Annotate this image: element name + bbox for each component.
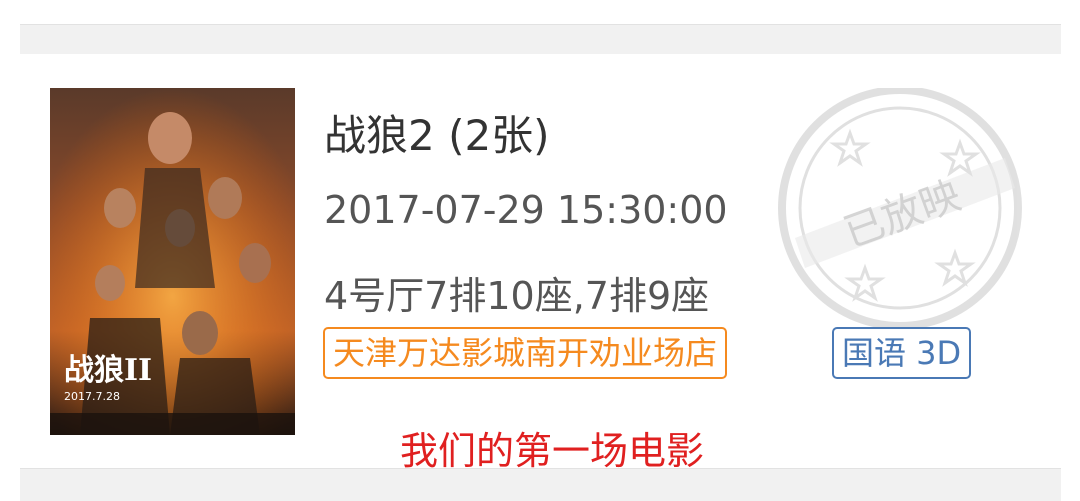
- stamp-text: 已放映: [838, 172, 966, 256]
- top-divider-band: [20, 24, 1061, 54]
- seat-info: 4号厅7排10座,7排9座: [324, 274, 710, 318]
- bottom-divider-band: [20, 468, 1061, 501]
- svg-text:2017.7.28: 2017.7.28: [64, 390, 120, 403]
- movie-poster-image[interactable]: 战狼II 2017.7.28: [50, 88, 295, 435]
- order-note: 我们的第一场电影: [400, 429, 705, 473]
- shown-stamp-icon: 已放映: [755, 86, 1045, 330]
- movie-title: 战狼2 (2张): [324, 111, 550, 160]
- cinema-tag[interactable]: 天津万达影城南开劝业场店: [323, 327, 728, 379]
- svg-text:战狼II: 战狼II: [64, 353, 152, 388]
- format-tag: 国语 3D: [832, 327, 972, 379]
- showtime: 2017-07-29 15:30:00: [324, 188, 728, 232]
